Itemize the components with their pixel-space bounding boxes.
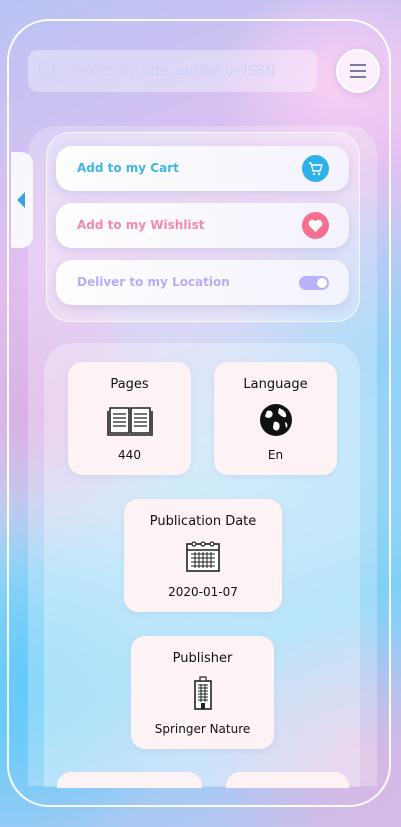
detail-value: En (267, 448, 284, 462)
add-to-wishlist-button[interactable]: Add to my Wishlist (56, 203, 349, 248)
detail-title: Publisher (172, 651, 233, 666)
search-icon (38, 60, 60, 82)
add-to-cart-label: Add to my Cart (77, 161, 179, 175)
detail-tile-partial (57, 772, 202, 788)
detail-tile-publisher: Publisher Springer Nature (131, 636, 274, 749)
toggle-icon[interactable] (299, 276, 329, 290)
detail-title: Pages (110, 377, 149, 392)
detail-tile-partial (226, 772, 349, 788)
heart-icon (302, 212, 329, 239)
detail-value: Springer Nature (154, 722, 251, 736)
detail-value: 2020-01-07 (168, 585, 238, 599)
add-to-wishlist-label: Add to my Wishlist (77, 218, 205, 232)
detail-tile-pages: Pages 440 (68, 362, 191, 475)
detail-title: Language (243, 377, 308, 392)
chevron-left-icon (17, 192, 25, 208)
building-icon (193, 676, 212, 710)
detail-tile-publication-date: Publication Date 2020-01-07 (124, 499, 282, 612)
detail-value: 440 (118, 448, 141, 462)
cart-icon (302, 155, 329, 182)
detail-tile-language: Language En (214, 362, 337, 475)
deliver-to-location-toggle[interactable]: Deliver to my Location (56, 260, 349, 305)
detail-title: Publication Date (149, 514, 257, 529)
add-to-cart-button[interactable]: Add to my Cart (56, 146, 349, 191)
hamburger-menu-icon (350, 64, 366, 66)
globe-icon (259, 404, 292, 436)
menu-button[interactable] (336, 49, 380, 93)
book-icon (106, 407, 153, 436)
search-bar[interactable]: Search by title, author or ISBN (28, 50, 317, 92)
deliver-to-location-label: Deliver to my Location (77, 275, 230, 289)
search-input[interactable]: Search by title, author or ISBN (70, 63, 275, 79)
calendar-icon (186, 541, 220, 572)
